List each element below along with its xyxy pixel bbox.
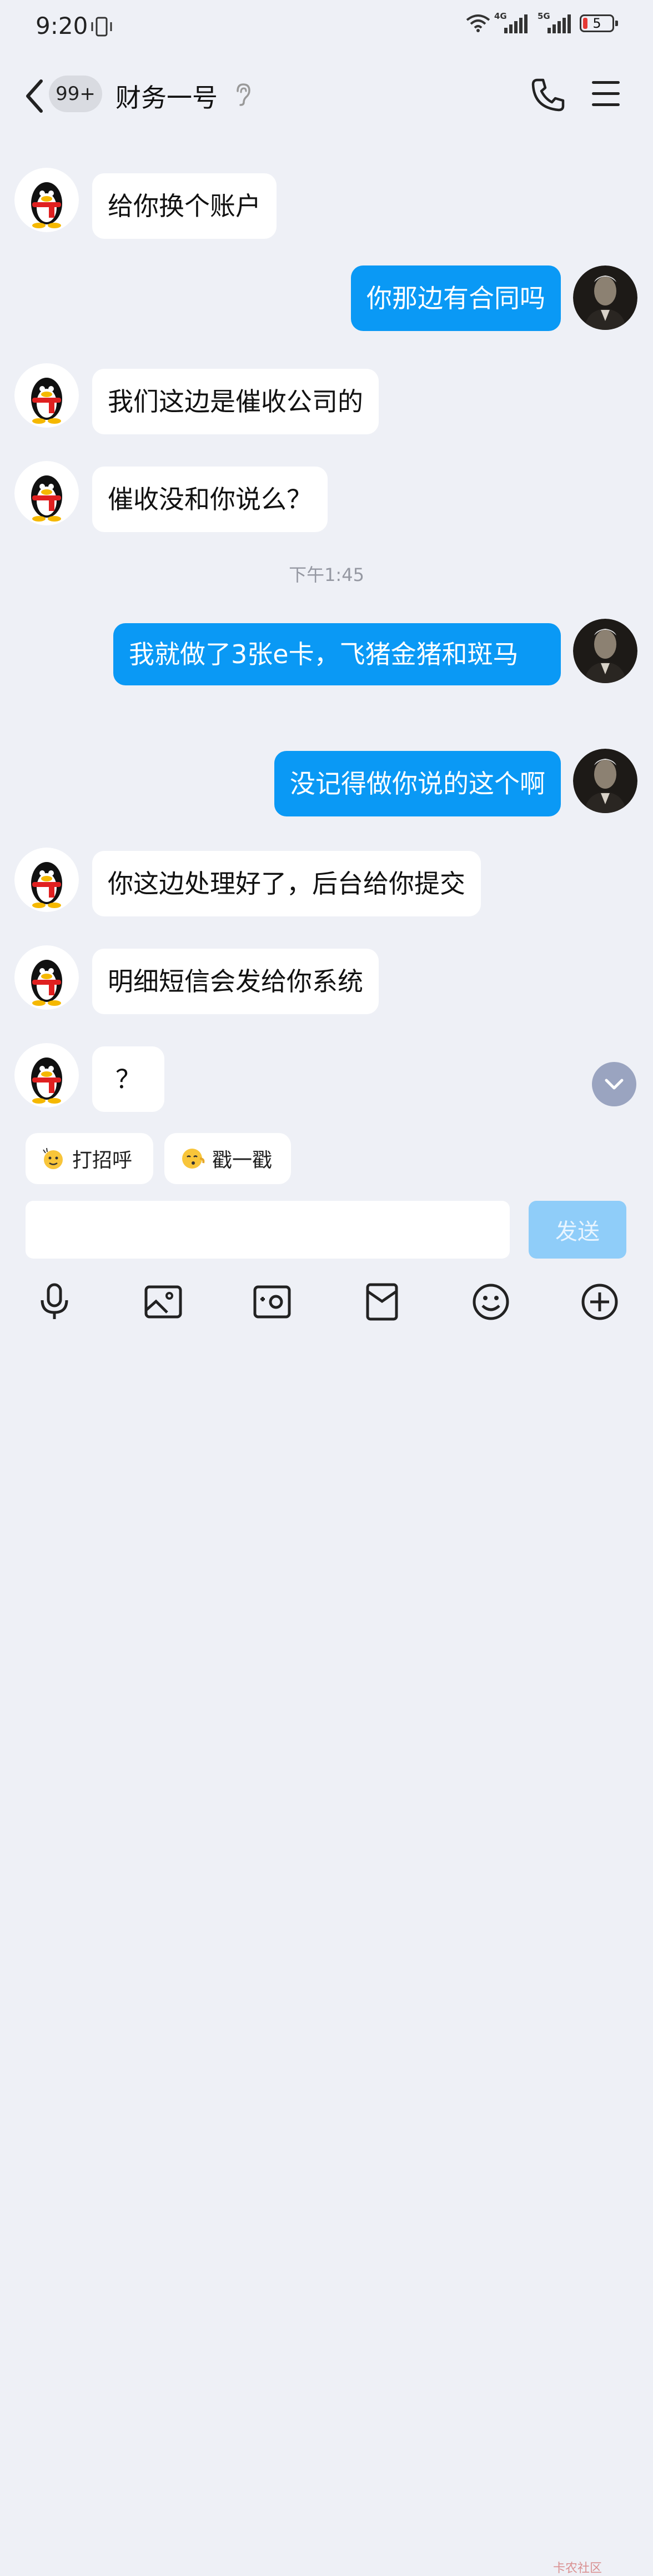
qq-penguin-avatar-icon[interactable]	[14, 1043, 79, 1107]
message-bubble[interactable]: 我们这边是催收公司的	[92, 369, 379, 434]
unread-count-badge[interactable]: 99+	[49, 76, 102, 112]
status-bar: 9:20 4G 5G 5	[0, 0, 653, 56]
quick-reply-poke[interactable]: 戳一戳	[164, 1133, 291, 1184]
input-toolbar: 卡农社区	[0, 1272, 653, 2575]
quick-reply-label: 戳一戳	[212, 1149, 273, 1172]
message-bubble[interactable]: 明细短信会发给你系统	[92, 949, 379, 1014]
message-bubble[interactable]: 给你换个账户	[92, 173, 277, 239]
user-portrait-avatar-icon[interactable]	[573, 619, 637, 683]
chevron-down-icon	[605, 1079, 624, 1090]
chat-title: 财务一号	[115, 83, 218, 113]
back-arrow-icon[interactable]	[21, 77, 49, 116]
message-bubble[interactable]: 催收没和你说么？	[92, 467, 328, 532]
ear-icon	[237, 83, 250, 106]
message-bubble[interactable]: 我就做了3张e卡，飞猪金猪和斑马	[113, 623, 561, 685]
message-bubble[interactable]: 你这边处理好了，后台给你提交	[92, 851, 481, 916]
scroll-to-bottom-button[interactable]	[592, 1062, 636, 1106]
phone-call-icon[interactable]	[530, 77, 566, 113]
red-packet-icon[interactable]	[360, 1280, 404, 1324]
signal-5g-icon: 5G	[538, 11, 571, 33]
status-time: 9:20	[36, 12, 88, 39]
message-bubble[interactable]: 没记得做你说的这个啊	[274, 751, 561, 816]
status-icons: 4G 5G 5	[465, 11, 618, 33]
microphone-icon[interactable]	[32, 1280, 77, 1324]
qq-penguin-avatar-icon[interactable]	[14, 461, 79, 525]
message-bubble[interactable]: ？	[92, 1046, 164, 1112]
message-input[interactable]	[26, 1201, 510, 1259]
battery-level: 5	[592, 16, 601, 31]
quick-reply-greet[interactable]: 打招呼	[26, 1133, 153, 1184]
send-button[interactable]: 发送	[529, 1201, 626, 1259]
quick-reply-label: 打招呼	[72, 1149, 133, 1172]
poke-emoji-icon	[182, 1149, 205, 1169]
signal-4g-icon: 4G	[494, 11, 528, 33]
battery-icon: 5	[580, 14, 618, 32]
user-portrait-avatar-icon[interactable]	[573, 749, 637, 813]
qq-penguin-avatar-icon[interactable]	[14, 363, 79, 428]
wave-emoji-icon	[43, 1147, 63, 1169]
camera-icon[interactable]	[250, 1280, 294, 1324]
plus-icon[interactable]	[577, 1280, 622, 1324]
qq-penguin-avatar-icon[interactable]	[14, 848, 79, 912]
emoji-icon[interactable]	[469, 1280, 513, 1324]
chat-header: 99+ 财务一号	[0, 56, 653, 137]
wifi-icon	[466, 14, 490, 32]
user-portrait-avatar-icon[interactable]	[573, 265, 637, 330]
qq-penguin-avatar-icon[interactable]	[14, 168, 79, 232]
menu-icon[interactable]	[592, 81, 620, 114]
message-bubble[interactable]: 你那边有合同吗	[351, 265, 561, 331]
vibrate-icon	[91, 17, 112, 37]
message-list: 给你换个账户 你那边有合同吗 我们这边是催收公司的 催收没和你说么？ 下午1:4…	[0, 137, 653, 1127]
site-watermark: 卡农社区	[553, 2562, 602, 2575]
qq-penguin-avatar-icon[interactable]	[14, 945, 79, 1010]
image-icon[interactable]	[141, 1280, 185, 1324]
message-timestamp: 下午1:45	[289, 564, 364, 585]
